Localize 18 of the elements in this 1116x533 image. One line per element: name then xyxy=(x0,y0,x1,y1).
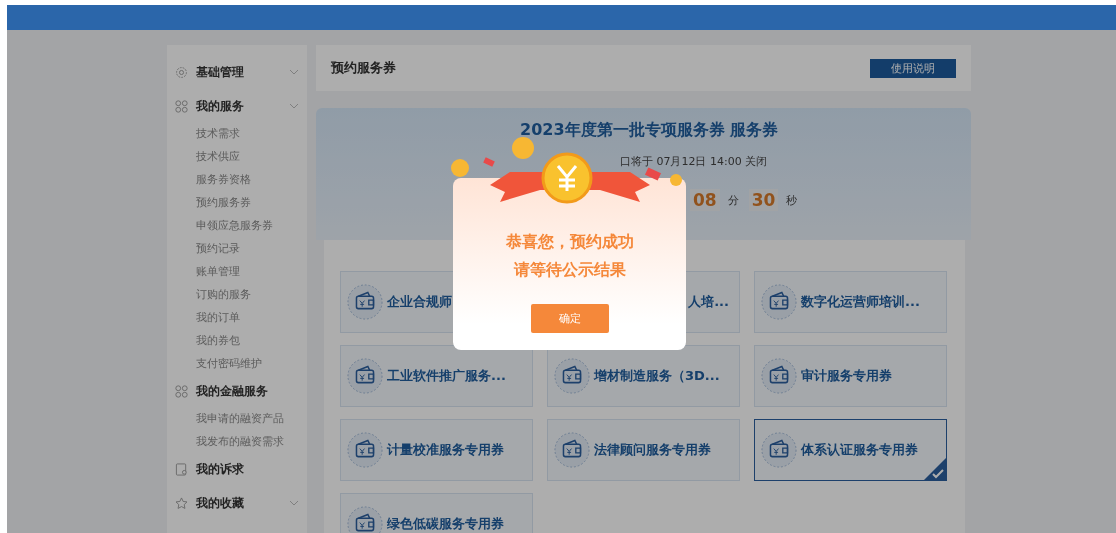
voucher-name: 体系认证服务专用券 xyxy=(801,441,918,459)
notice-text: 口将于 07月12日 14:00 关闭 xyxy=(620,154,768,169)
banner-title: 2023年度第一批专项服务券 服务券 xyxy=(520,120,779,141)
voucher-name: 企业合规师 xyxy=(387,293,452,311)
voucher-name: 工业软件推广服务... xyxy=(387,367,506,385)
dialog-message: 恭喜您，预约成功 xyxy=(505,231,634,253)
voucher-name: 数字化运营师培训... xyxy=(801,293,920,311)
countdown-value: 30 xyxy=(748,189,779,211)
page-title: 预约服务券 xyxy=(331,59,396,77)
voucher-name: 审计服务专用券 xyxy=(801,367,892,385)
countdown-unit: 分 xyxy=(727,192,739,208)
voucher-name: 计量校准服务专用券 xyxy=(387,441,504,459)
voucher-name: 绿色低碳服务专用券 xyxy=(387,515,504,533)
countdown-value: 08 xyxy=(690,189,720,211)
countdown-unit: 秒 xyxy=(786,192,798,208)
voucher-name: 人培... xyxy=(688,293,729,311)
voucher-name: 法律顾问服务专用券 xyxy=(594,441,711,459)
voucher-name: 增材制造服务（3D... xyxy=(594,367,720,385)
